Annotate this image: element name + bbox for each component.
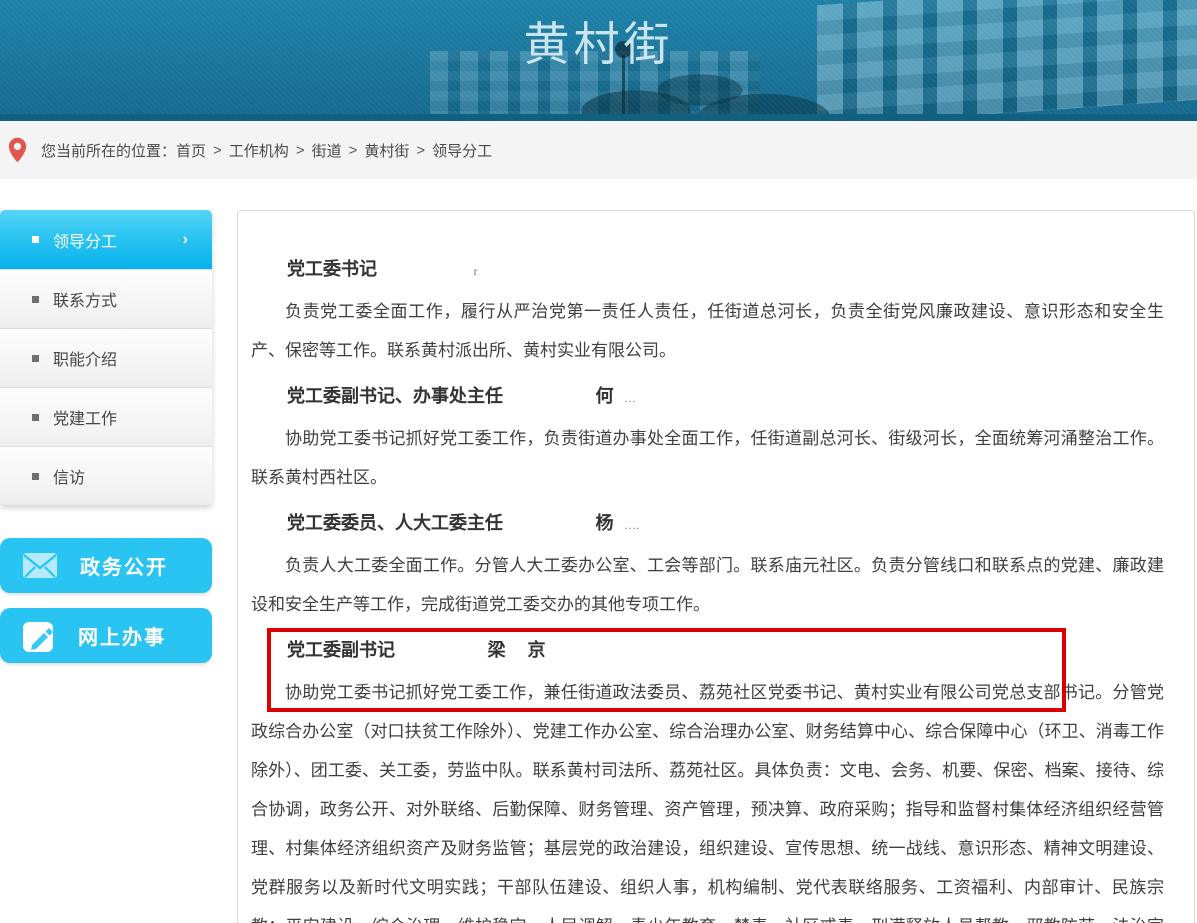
sidebar-menu: 领导分工 › 联系方式 职能介绍 党建工作 信访 — [0, 210, 212, 505]
breadcrumb-work-orgs[interactable]: 工作机构 — [229, 140, 289, 161]
sidebar-item-functions[interactable]: 职能介绍 — [0, 328, 212, 387]
position-title: 党工委书记 — [287, 259, 377, 279]
page-title: 黄村街 — [0, 8, 1197, 74]
officer-name-remnant: …. — [624, 518, 639, 532]
sidebar-item-petitions[interactable]: 信访 — [0, 446, 212, 505]
section-npc-committee-director: 党工委委员、人大工委主任 杨 …. 负责人大工委全面工作。分管人大工委办公室、工… — [251, 511, 1164, 624]
sidebar-item-label: 领导分工 — [53, 228, 117, 252]
square-bullet-icon — [32, 296, 39, 303]
breadcrumb-separator: > — [213, 142, 222, 159]
content-panel: 党工委书记 r 负责党工委全面工作，履行从严治党第一责任人责任，任街道总河长，负… — [237, 210, 1195, 923]
breadcrumb-separator: > — [349, 142, 358, 159]
position-title: 党工委副书记、办事处主任 — [287, 386, 503, 406]
square-bullet-icon — [32, 236, 39, 243]
section-deputy-secretary-liang-jing: 党工委副书记 梁 京 协助党工委书记抓好党工委工作，兼任街道政法委员、荔苑社区党… — [251, 638, 1164, 923]
location-pin-icon — [8, 137, 27, 163]
button-label: 网上办事 — [78, 621, 166, 650]
breadcrumb: 您当前所在的位置： 首页 > 工作机构 > 街道 > 黄村街 > 领导分工 — [0, 121, 1197, 179]
officer-name: 何 — [596, 386, 616, 406]
breadcrumb-separator: > — [416, 142, 425, 159]
sidebar-item-label: 联系方式 — [53, 287, 117, 311]
section-party-secretary: 党工委书记 r 负责党工委全面工作，履行从严治党第一责任人责任，任街道总河长，负… — [251, 257, 1164, 370]
sidebar-item-label: 党建工作 — [53, 405, 117, 429]
square-bullet-icon — [32, 355, 39, 362]
sidebar-item-party-building[interactable]: 党建工作 — [0, 387, 212, 446]
online-services-button[interactable]: 网上办事 — [0, 608, 212, 663]
section-deputy-secretary-director: 党工委副书记、办事处主任 何 … 协助党工委书记抓好党工委工作，负责街道办事处全… — [251, 384, 1164, 497]
chevron-right-icon: › — [183, 231, 188, 249]
gov-info-disclosure-button[interactable]: 政务公开 — [0, 538, 212, 593]
sidebar-item-leadership[interactable]: 领导分工 › — [0, 210, 212, 269]
banner-bottom-strip — [0, 114, 1197, 121]
breadcrumb-huangcun[interactable]: 黄村街 — [364, 140, 409, 161]
page-banner: 黄村街 — [0, 0, 1197, 121]
sidebar: 领导分工 › 联系方式 职能介绍 党建工作 信访 — [0, 210, 212, 663]
edit-icon — [22, 619, 56, 653]
breadcrumb-streets[interactable]: 街道 — [312, 140, 342, 161]
square-bullet-icon — [32, 473, 39, 480]
breadcrumb-home[interactable]: 首页 — [176, 140, 206, 161]
officer-name: 杨 — [596, 513, 616, 533]
section-heading: 党工委委员、人大工委主任 杨 …. — [287, 511, 1164, 538]
officer-name-remnant: … — [624, 391, 636, 405]
section-body: 负责人大工委全面工作。分管人大工委办公室、工会等部门。联系庙元社区。负责分管线口… — [251, 546, 1164, 624]
sidebar-item-label: 职能介绍 — [53, 346, 117, 370]
mail-icon — [22, 552, 58, 579]
breadcrumb-separator: > — [296, 142, 305, 159]
officer-name-remnant: r — [474, 264, 478, 278]
sidebar-item-contact[interactable]: 联系方式 — [0, 269, 212, 328]
section-heading: 党工委副书记 梁 京 — [287, 638, 1164, 665]
breadcrumb-prefix: 您当前所在的位置： — [41, 140, 176, 161]
breadcrumb-current: 领导分工 — [432, 140, 492, 161]
button-label: 政务公开 — [80, 551, 168, 580]
section-body: 协助党工委书记抓好党工委工作，兼任街道政法委员、荔苑社区党委书记、黄村实业有限公… — [251, 673, 1164, 923]
square-bullet-icon — [32, 414, 39, 421]
section-body: 负责党工委全面工作，履行从严治党第一责任人责任，任街道总河长，负责全街党风廉政建… — [251, 292, 1164, 370]
officer-name: 梁 京 — [488, 640, 548, 660]
section-body: 协助党工委书记抓好党工委工作，负责街道办事处全面工作，任街道副总河长、街级河长，… — [251, 419, 1164, 497]
sidebar-item-label: 信访 — [53, 464, 85, 488]
position-title: 党工委委员、人大工委主任 — [287, 513, 503, 533]
position-title: 党工委副书记 — [287, 640, 395, 660]
section-heading: 党工委副书记、办事处主任 何 … — [287, 384, 1164, 411]
section-heading: 党工委书记 r — [287, 257, 1164, 284]
